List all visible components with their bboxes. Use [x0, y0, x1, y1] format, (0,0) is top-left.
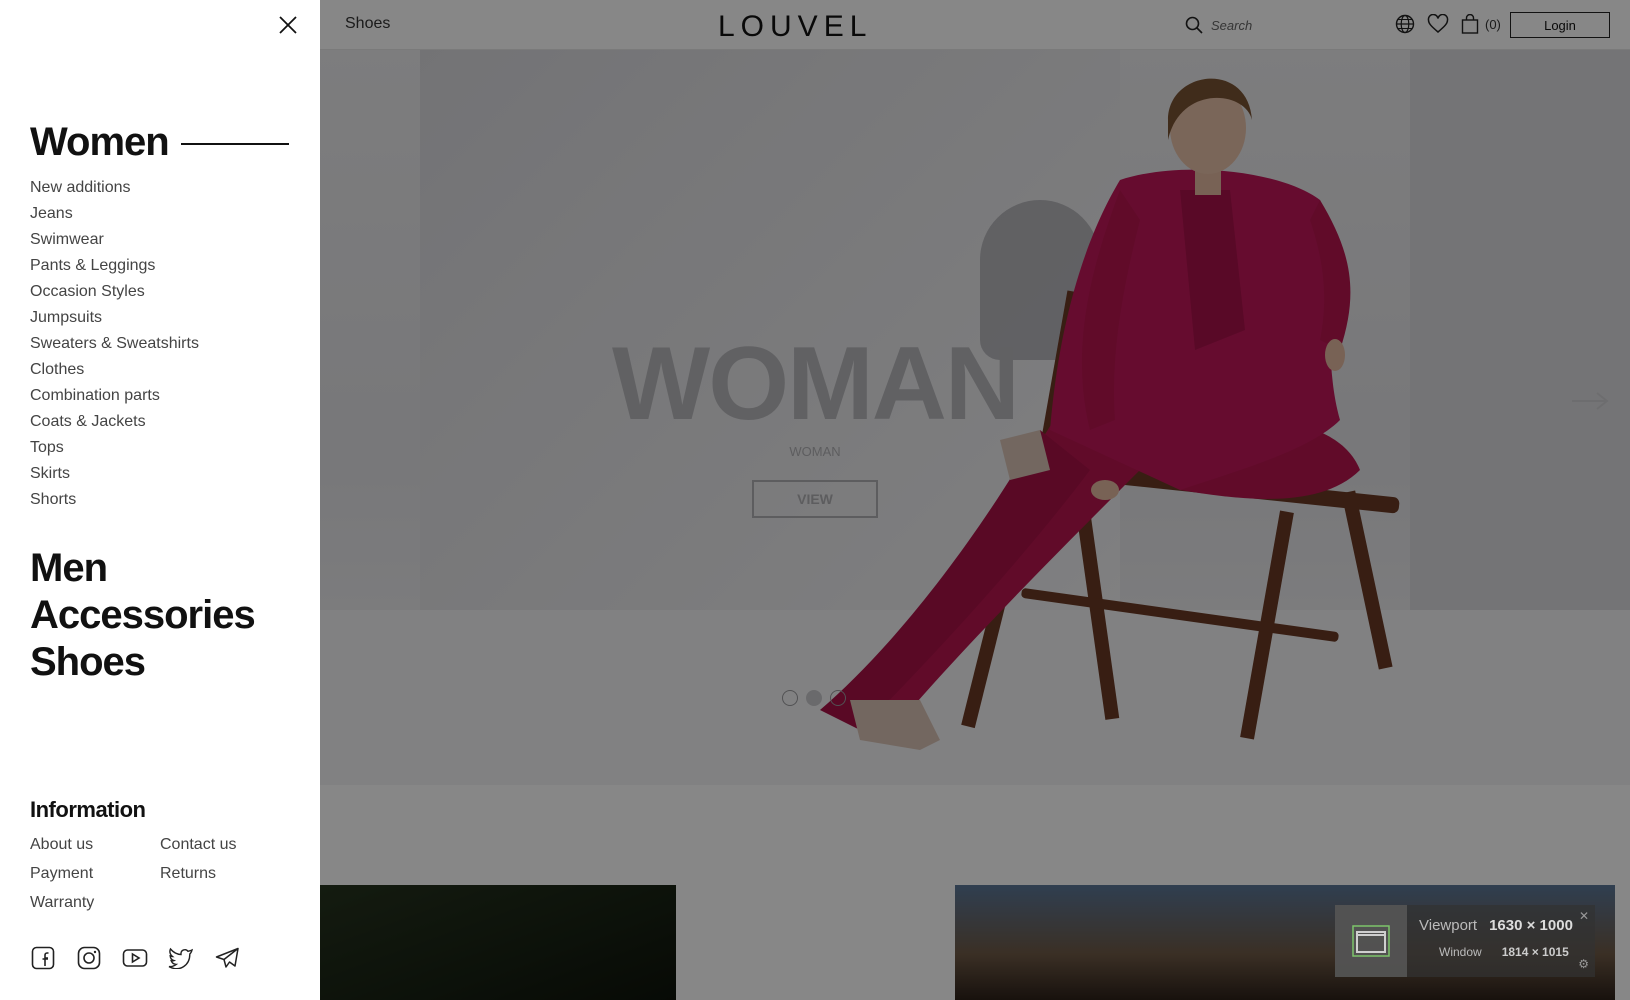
subcategory-item[interactable]: Tops	[30, 435, 199, 461]
subcategory-item[interactable]: Pants & Leggings	[30, 253, 199, 279]
link-warranty[interactable]: Warranty	[30, 892, 160, 914]
window-value: 1814 × 1015	[1501, 945, 1569, 959]
facebook-icon[interactable]	[30, 945, 56, 971]
viewport-label: Viewport	[1419, 917, 1478, 934]
women-subcategory-list: New additions Jeans Swimwear Pants & Leg…	[30, 175, 199, 513]
window-label: Window	[1439, 945, 1482, 959]
category-women-label[interactable]: Women	[30, 118, 170, 166]
active-category-line	[180, 143, 289, 145]
subcategory-item[interactable]: Sweaters & Sweatshirts	[30, 331, 199, 357]
category-accessories[interactable]: Accessories	[30, 592, 256, 639]
category-women[interactable]: Women	[30, 118, 289, 166]
subcategory-item[interactable]: Clothes	[30, 357, 199, 383]
subcategory-item[interactable]: New additions	[30, 175, 199, 201]
subcategory-item[interactable]: Jumpsuits	[30, 305, 199, 331]
subcategory-item[interactable]: Occasion Styles	[30, 279, 199, 305]
category-men[interactable]: Men	[30, 545, 255, 592]
twitter-icon[interactable]	[168, 945, 194, 971]
information-links: About us Contact us Payment Returns Warr…	[30, 834, 290, 914]
subcategory-item[interactable]: Swimwear	[30, 227, 199, 253]
window-icon	[1335, 905, 1407, 977]
window-size-row: Window 1814 × 1015	[1439, 945, 1569, 959]
link-about-us[interactable]: About us	[30, 834, 160, 856]
social-links	[30, 945, 240, 971]
viewport-value: 1630 × 1000	[1489, 917, 1573, 934]
close-button[interactable]	[276, 13, 300, 37]
subcategory-item[interactable]: Coats & Jackets	[30, 409, 199, 435]
subcategory-item[interactable]: Shorts	[30, 487, 199, 513]
close-icon[interactable]	[278, 15, 298, 35]
subcategory-item[interactable]: Combination parts	[30, 383, 199, 409]
category-shoes[interactable]: Shoes	[30, 639, 255, 686]
viewport-size-row: Viewport 1630 × 1000	[1419, 917, 1573, 934]
link-returns[interactable]: Returns	[160, 863, 290, 885]
link-contact-us[interactable]: Contact us	[160, 834, 290, 856]
instagram-icon[interactable]	[76, 945, 102, 971]
telegram-icon[interactable]	[214, 945, 240, 971]
gear-icon[interactable]: ⚙	[1578, 957, 1589, 971]
information-heading: Information	[30, 797, 146, 822]
subcategory-item[interactable]: Jeans	[30, 201, 199, 227]
youtube-icon[interactable]	[122, 945, 148, 971]
widget-close-icon[interactable]: ✕	[1579, 909, 1589, 923]
category-list: Men Accessories Shoes	[30, 545, 256, 686]
navigation-drawer: Women New additions Jeans Swimwear Pants…	[0, 0, 320, 1000]
link-payment[interactable]: Payment	[30, 863, 160, 885]
viewport-size-widget: Viewport 1630 × 1000 Window 1814 × 1015 …	[1335, 905, 1595, 977]
subcategory-item[interactable]: Skirts	[30, 461, 199, 487]
